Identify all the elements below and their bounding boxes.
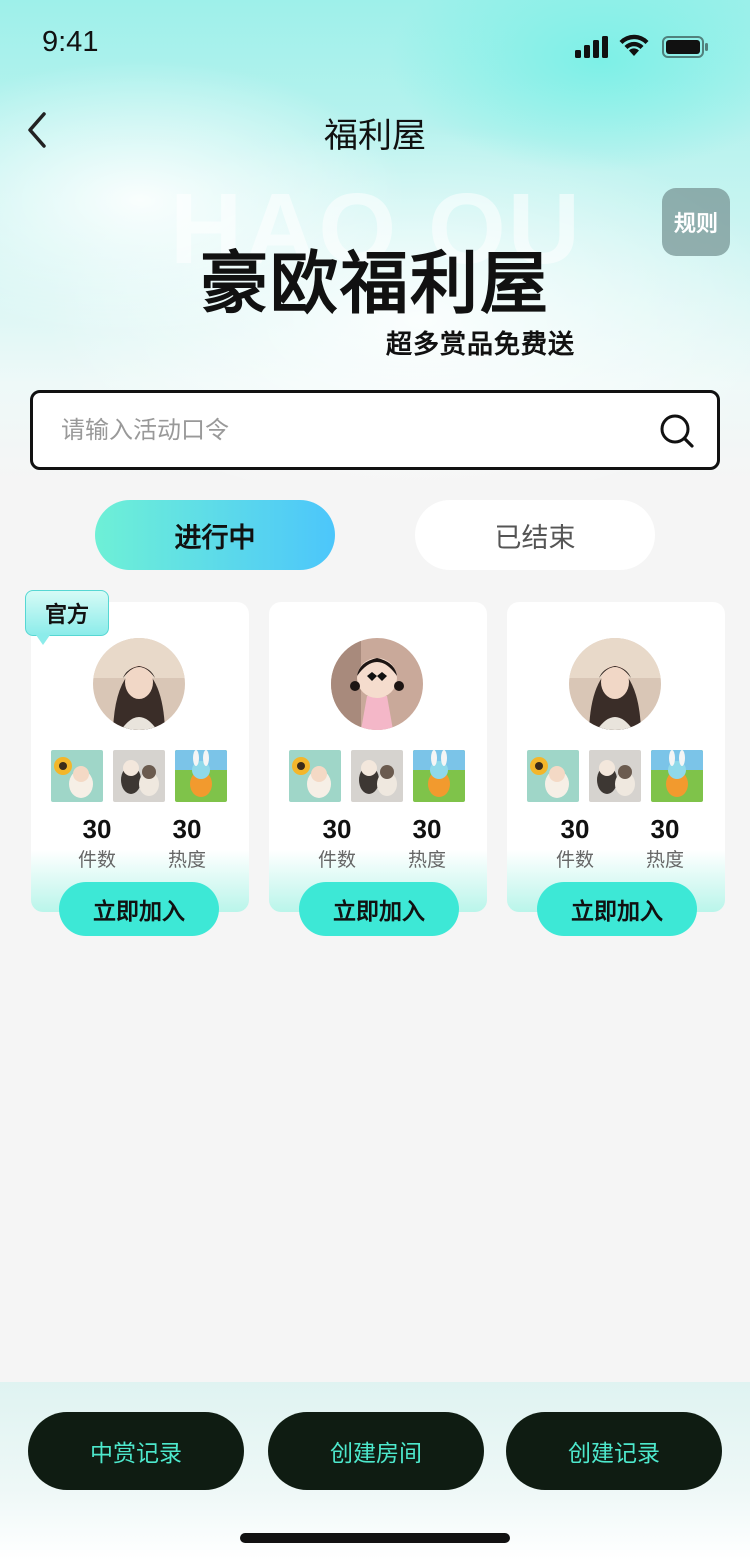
item-count-label: 件数: [317, 849, 356, 871]
item-count-label: 件数: [77, 849, 116, 871]
nav-bar: 福利屋: [0, 100, 750, 160]
heat-label: 热度: [167, 849, 206, 871]
battery-icon: [662, 36, 708, 58]
prize-image: [51, 750, 103, 802]
item-count-value: 30: [560, 814, 590, 844]
wifi-icon: [619, 34, 649, 56]
item-count-value: 30: [322, 814, 352, 844]
join-button[interactable]: 立即加入: [59, 882, 219, 936]
search-icon[interactable]: [659, 413, 695, 449]
page-title: 福利屋: [324, 116, 426, 156]
prize-image: [413, 750, 465, 802]
search-box: [30, 390, 720, 470]
prize-image: [351, 750, 403, 802]
host-avatar: [331, 638, 423, 730]
create-room-button[interactable]: 创建房间: [268, 1412, 484, 1490]
prize-image: [651, 750, 703, 802]
status-bar: 9:41: [0, 0, 750, 90]
activity-card[interactable]: 30 件数 30 热度 立即加入: [269, 602, 487, 936]
prize-image: [527, 750, 579, 802]
activity-code-input[interactable]: [61, 393, 641, 467]
hero-subtitle: 超多赏品免费送: [386, 330, 576, 360]
official-badge: 官方: [25, 590, 109, 645]
join-button[interactable]: 立即加入: [299, 882, 459, 936]
prize-image: [289, 750, 341, 802]
activity-card[interactable]: 30 件数 30 热度 立即加入: [31, 602, 249, 936]
hero-title: 豪欧福利屋: [199, 245, 550, 324]
heat-value: 30: [412, 814, 442, 844]
creation-records-button[interactable]: 创建记录: [506, 1412, 722, 1490]
signal-icon: [575, 36, 608, 58]
prize-image: [113, 750, 165, 802]
heat-label: 热度: [645, 849, 684, 871]
tab-ended[interactable]: 已结束: [415, 500, 655, 570]
heat-value: 30: [650, 814, 680, 844]
heat-label: 热度: [407, 849, 446, 871]
host-avatar: [93, 638, 185, 730]
home-indicator: [240, 1533, 510, 1543]
rules-button[interactable]: 规则: [662, 188, 730, 256]
prize-records-button[interactable]: 中赏记录: [28, 1412, 244, 1490]
prize-image: [589, 750, 641, 802]
heat-value: 30: [172, 814, 202, 844]
join-button[interactable]: 立即加入: [537, 882, 697, 936]
prize-image: [175, 750, 227, 802]
tab-in-progress[interactable]: 进行中: [95, 500, 335, 570]
host-avatar: [569, 638, 661, 730]
activity-card[interactable]: 30 件数 30 热度 立即加入: [507, 602, 725, 936]
status-time: 9:41: [42, 26, 99, 58]
item-count-value: 30: [82, 814, 112, 844]
item-count-label: 件数: [555, 849, 594, 871]
